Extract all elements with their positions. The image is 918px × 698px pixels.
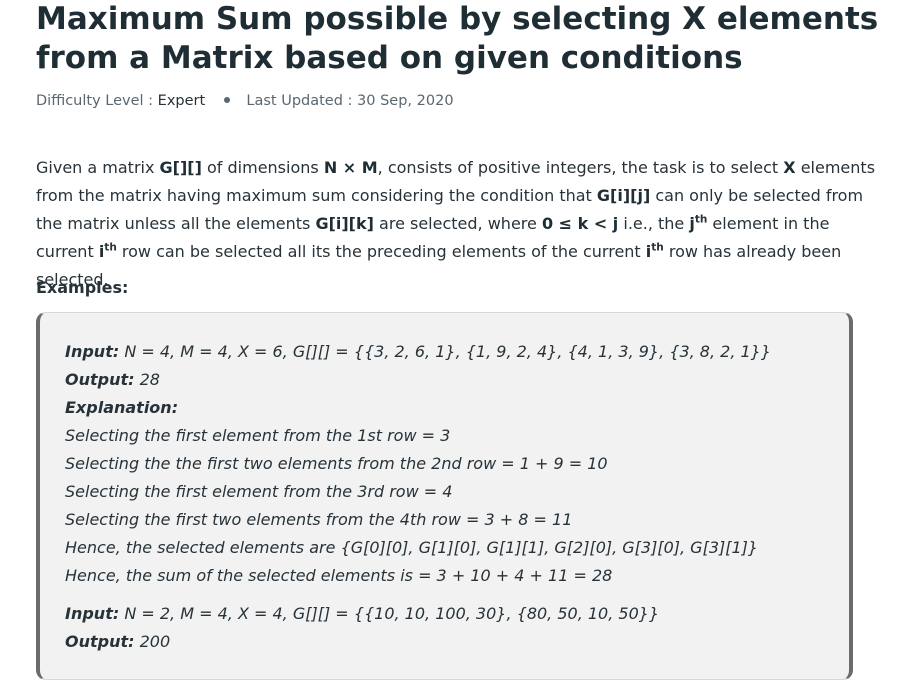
article-meta: Difficulty Level : Expert Last Updated :… — [36, 93, 454, 109]
updated-value: 30 Sep, 2020 — [357, 93, 454, 109]
explanation-line: Selecting the first two elements from th… — [65, 510, 573, 529]
separator-dot — [223, 97, 230, 103]
problem-statement: Given a matrix G[][] of dimensions N × M… — [36, 158, 876, 289]
explanation-label: Explanation: — [65, 398, 179, 417]
example-block: Input: N = 4, M = 4, X = 6, G[][] = {{3,… — [36, 312, 853, 680]
explanation-line: Hence, the selected elements are {G[0][0… — [65, 538, 759, 557]
example-output-2: Output: 200 — [65, 632, 171, 651]
example-input-2: Input: N = 2, M = 4, X = 4, G[][] = {{10… — [65, 604, 660, 623]
difficulty-value[interactable]: Expert — [158, 93, 206, 109]
article-title: Maximum Sum possible by selecting X elem… — [36, 1, 879, 76]
difficulty-label: Difficulty Level : — [36, 93, 154, 109]
explanation-line: Selecting the first element from the 1st… — [65, 426, 451, 445]
examples-heading: Examples: — [36, 278, 129, 297]
updated-label: Last Updated : — [246, 93, 353, 109]
explanation-line: Selecting the first element from the 3rd… — [65, 482, 453, 501]
example-input-1: Input: N = 4, M = 4, X = 6, G[][] = {{3,… — [65, 342, 772, 361]
explanation-line: Hence, the sum of the selected elements … — [65, 566, 613, 585]
explanation-line: Selecting the the first two elements fro… — [65, 454, 608, 473]
example-output-1: Output: 28 — [65, 370, 160, 389]
